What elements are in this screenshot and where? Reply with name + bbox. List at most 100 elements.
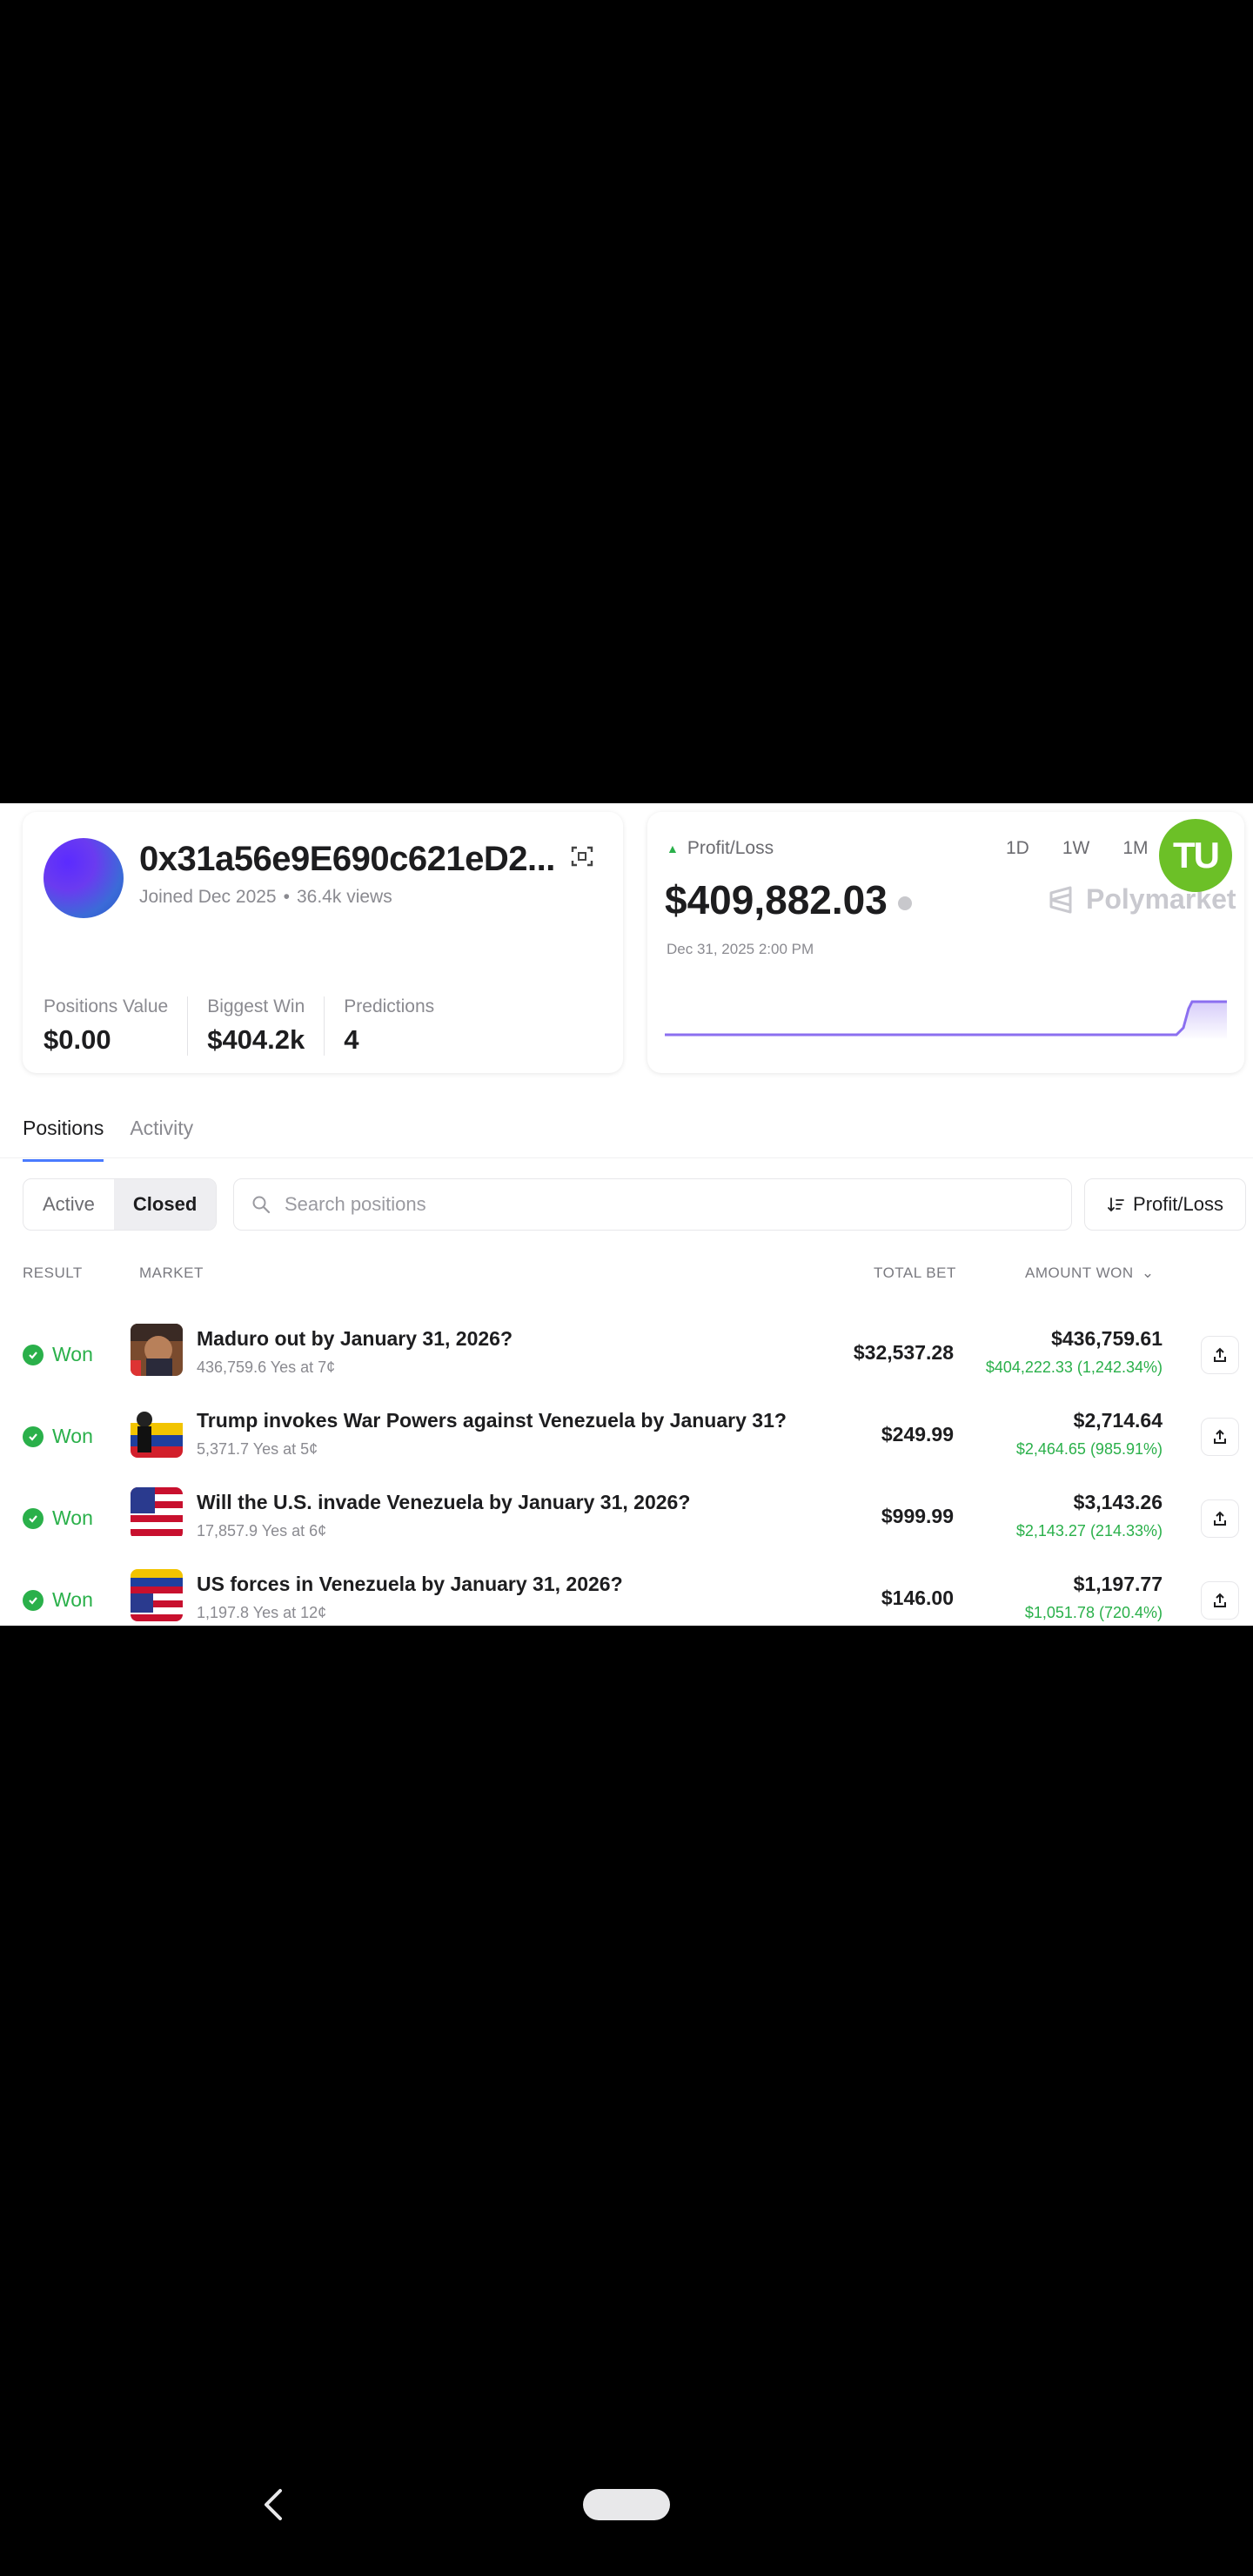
maduro-portrait-icon [131, 1324, 183, 1376]
avatar [44, 838, 124, 918]
table-row[interactable]: Won US forces in Venezuela by January 31… [0, 1562, 1253, 1626]
share-icon [1214, 1593, 1226, 1607]
tab-activity[interactable]: Activity [130, 1117, 193, 1162]
profit-amount: $2,464.65 (985.91%) [1015, 1440, 1163, 1458]
amount-won: $1,197.77 [1073, 1573, 1163, 1595]
pnl-label: ▲ Profit/Loss [667, 838, 774, 859]
amount-won-label: AMOUNT WON [1025, 1265, 1134, 1281]
result-text: Won [52, 1425, 93, 1447]
share-button[interactable] [1201, 1418, 1239, 1456]
profit-amount: $2,143.27 (214.33%) [1015, 1522, 1163, 1540]
check-icon [23, 1344, 44, 1365]
search-icon [252, 1196, 271, 1214]
us-venezuela-flags-icon [131, 1569, 183, 1621]
stat-value: $404.2k [207, 1024, 305, 1055]
pnl-area [665, 1002, 1227, 1038]
header-market: MARKET [139, 1265, 204, 1281]
pnl-line [665, 1000, 1227, 1036]
polymarket-profile-page: 0x31a56e9E690c621eD2... Joined Dec 2025 •… [0, 803, 1253, 1626]
page-tabs: Positions Activity [23, 1117, 193, 1162]
result-text: Won [52, 1506, 93, 1529]
market-shares: 1,197.8 Yes at 12¢ [197, 1604, 327, 1621]
share-button[interactable] [1201, 1499, 1239, 1538]
table-row[interactable]: Won Will the U.S. invade Venezuela by Ja… [0, 1480, 1253, 1562]
pnl-label-text: Profit/Loss [687, 838, 774, 858]
filter-closed[interactable]: Closed [113, 1179, 217, 1230]
total-bet: $249.99 [881, 1423, 954, 1446]
result-badge: Won [23, 1506, 93, 1530]
market-title[interactable]: Will the U.S. invade Venezuela by Januar… [197, 1491, 690, 1514]
pnl-chart [665, 1000, 1227, 1038]
share-button[interactable] [1201, 1581, 1239, 1620]
sort-profit-loss-button[interactable]: Profit/Loss [1084, 1178, 1246, 1231]
result-badge: Won [23, 1588, 93, 1612]
market-thumbnail [131, 1324, 183, 1376]
back-icon[interactable] [258, 2485, 289, 2524]
result-text: Won [52, 1588, 93, 1611]
profile-meta: Joined Dec 2025 • 36.4k views [139, 887, 392, 907]
stat-biggest-win: Biggest Win $404.2k [207, 996, 325, 1056]
stat-predictions: Predictions 4 [344, 996, 453, 1056]
range-1m[interactable]: 1M [1122, 838, 1148, 859]
time-range-tabs: 1D 1W 1M [1006, 838, 1149, 859]
range-1w[interactable]: 1W [1062, 838, 1090, 859]
stat-label: Biggest Win [207, 996, 305, 1016]
stat-label: Positions Value [44, 996, 169, 1016]
polymarket-logo-icon [1049, 886, 1072, 913]
header-result: RESULT [23, 1265, 83, 1281]
stat-label: Predictions [344, 996, 435, 1016]
amount-won: $436,759.61 [1051, 1327, 1163, 1350]
stat-value: 4 [344, 1024, 359, 1055]
range-1d[interactable]: 1D [1006, 838, 1029, 859]
tab-positions[interactable]: Positions [23, 1117, 104, 1162]
header-amount-won[interactable]: AMOUNT WON ⌄ [1025, 1265, 1155, 1282]
share-button[interactable] [1201, 1336, 1239, 1374]
search-positions[interactable]: Search positions [233, 1178, 1072, 1231]
chevron-down-icon: ⌄ [1141, 1265, 1155, 1281]
market-thumbnail [131, 1405, 183, 1458]
total-bet: $146.00 [881, 1587, 954, 1609]
market-title[interactable]: Trump invokes War Powers against Venezue… [197, 1409, 787, 1432]
tu-logo-badge: TU [1159, 819, 1232, 892]
market-shares: 17,857.9 Yes at 6¢ [197, 1522, 327, 1540]
profit-loss-card: ▲ Profit/Loss $409,882.03 Dec 31, 2025 2… [647, 812, 1244, 1073]
joined-date: Joined Dec 2025 [139, 887, 277, 907]
amount-won: $3,143.26 [1073, 1491, 1163, 1513]
profit-amount: $404,222.33 (1,242.34%) [985, 1358, 1163, 1376]
stat-value: $0.00 [44, 1024, 111, 1055]
market-title[interactable]: US forces in Venezuela by January 31, 20… [197, 1573, 623, 1596]
market-shares: 436,759.6 Yes at 7¢ [197, 1358, 336, 1376]
profile-card: 0x31a56e9E690c621eD2... Joined Dec 2025 •… [23, 812, 623, 1073]
tabs-divider [0, 1157, 1253, 1158]
table-row[interactable]: Won Trump invokes War Powers against Ven… [0, 1399, 1253, 1480]
share-icon [1214, 1429, 1226, 1444]
info-icon[interactable] [897, 896, 912, 910]
pnl-amount: $409,882.03 [665, 877, 888, 922]
pnl-date: Dec 31, 2025 2:00 PM [667, 941, 814, 957]
sort-icon [1108, 1197, 1124, 1212]
share-icon [1214, 1511, 1226, 1526]
pnl-value: $409,882.03 [665, 876, 912, 923]
view-count: 36.4k views [296, 887, 392, 907]
profit-amount: $1,051.78 (720.4%) [1024, 1604, 1163, 1621]
market-title[interactable]: Maduro out by January 31, 2026? [197, 1327, 513, 1351]
wallet-address: 0x31a56e9E690c621eD2... [139, 840, 555, 878]
share-icon [1214, 1347, 1226, 1362]
home-pill[interactable] [583, 2489, 670, 2520]
check-icon [23, 1507, 44, 1529]
amount-won: $2,714.64 [1073, 1409, 1163, 1432]
result-text: Won [52, 1343, 93, 1365]
header-total-bet[interactable]: TOTAL BET [874, 1265, 956, 1282]
total-bet: $999.99 [881, 1505, 954, 1527]
scan-icon[interactable] [571, 845, 593, 868]
market-shares: 5,371.7 Yes at 5¢ [197, 1440, 318, 1458]
stat-positions-value: Positions Value $0.00 [44, 996, 189, 1056]
filter-active[interactable]: Active [23, 1179, 114, 1230]
sort-label: Profit/Loss [1133, 1193, 1223, 1215]
table-row[interactable]: Won Maduro out by January 31, 2026? 436,… [0, 1317, 1253, 1399]
status-toggle: Active Closed [23, 1178, 218, 1231]
venezuela-flag-figure-icon [131, 1405, 183, 1458]
result-badge: Won [23, 1343, 93, 1366]
up-arrow-icon: ▲ [667, 842, 679, 855]
search-placeholder: Search positions [285, 1193, 426, 1215]
